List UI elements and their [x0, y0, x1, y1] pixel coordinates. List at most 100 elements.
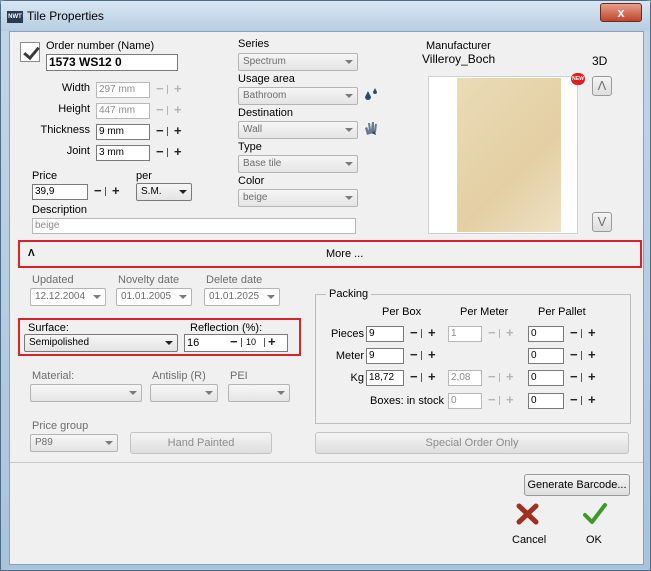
meter-per-pallet-stepper[interactable]: − +: [568, 348, 602, 364]
type-select[interactable]: Base tile: [238, 155, 358, 173]
chevron-down-icon: [345, 128, 353, 132]
boxes-in-stock-stepper[interactable]: − +: [486, 393, 520, 409]
window-title: Tile Properties: [27, 9, 104, 23]
pei-label: PEI: [230, 370, 248, 382]
tile-preview: NEW: [428, 73, 585, 234]
pieces-per-box-stepper[interactable]: − +: [408, 326, 442, 342]
water-drops-icon[interactable]: [362, 87, 380, 103]
delete-date-label: Delete date: [206, 274, 263, 286]
boxes-per-pallet-stepper[interactable]: − +: [568, 393, 602, 409]
new-badge-icon: NEW: [571, 73, 585, 85]
3d-view-toggle[interactable]: 3D: [592, 54, 607, 68]
novelty-date-picker[interactable]: 01.01.2005: [116, 288, 192, 306]
meter-label: Meter: [335, 350, 364, 362]
pieces-per-meter-stepper[interactable]: − +: [486, 326, 520, 342]
material-select[interactable]: [30, 384, 142, 402]
surface-select[interactable]: Semipolished: [24, 334, 178, 352]
antislip-select[interactable]: [150, 384, 218, 402]
price-group-value: P89: [35, 437, 53, 448]
meter-per-pallet-field[interactable]: 0: [528, 348, 564, 364]
usage-area-select[interactable]: Bathroom: [238, 87, 358, 105]
destination-select[interactable]: Wall: [238, 121, 358, 139]
ok-label: OK: [586, 534, 602, 546]
pei-select[interactable]: [228, 384, 290, 402]
color-value: beige: [243, 192, 268, 203]
height-stepper[interactable]: − +: [154, 103, 188, 119]
meter-per-box-field[interactable]: 9: [366, 348, 404, 364]
width-stepper[interactable]: − +: [154, 82, 188, 98]
kg-per-pallet-field[interactable]: 0: [528, 370, 564, 386]
surface-value: Semipolished: [29, 337, 90, 348]
width-field[interactable]: 297 mm: [96, 82, 150, 98]
chevron-down-icon: [345, 196, 353, 200]
chevron-down-icon: [345, 94, 353, 98]
type-label: Type: [238, 141, 262, 153]
kg-per-meter-field[interactable]: 2,08: [448, 370, 482, 386]
checkmark-icon: [583, 503, 607, 524]
per-unit-select[interactable]: S.M.: [136, 183, 192, 201]
hand-icon[interactable]: [362, 119, 380, 137]
pieces-per-pallet-field[interactable]: 0: [528, 326, 564, 342]
more-label: More ...: [326, 248, 364, 260]
chevron-down-icon: [205, 391, 213, 395]
scroll-up-button[interactable]: Λ: [592, 76, 612, 96]
usage-area-label: Usage area: [238, 73, 295, 85]
height-label: Height: [58, 103, 90, 115]
more-bar[interactable]: Λ More ...: [18, 240, 642, 268]
cancel-button[interactable]: Cancel: [506, 502, 550, 552]
joint-stepper[interactable]: − +: [154, 145, 188, 161]
boxes-in-stock-field[interactable]: 0: [448, 393, 482, 409]
kg-per-box-stepper[interactable]: − +: [408, 370, 442, 386]
description-field[interactable]: beige: [32, 218, 356, 234]
chevron-down-icon: [179, 190, 187, 194]
pieces-per-meter-field[interactable]: 1: [448, 326, 482, 342]
generate-barcode-button[interactable]: Generate Barcode...: [524, 474, 630, 496]
price-field[interactable]: 39,9: [32, 184, 88, 200]
price-group-label: Price group: [32, 420, 89, 432]
reflection-stepper[interactable]: −10 +: [228, 335, 288, 351]
series-select[interactable]: Spectrum: [238, 53, 358, 71]
close-button[interactable]: x: [600, 3, 642, 22]
hand-painted-button[interactable]: Hand Painted: [130, 432, 272, 454]
thickness-field[interactable]: 9 mm: [96, 124, 150, 140]
kg-per-pallet-stepper[interactable]: − +: [568, 370, 602, 386]
order-checkbox[interactable]: [20, 42, 40, 62]
per-box-header: Per Box: [382, 306, 422, 318]
manufacturer-label: Manufacturer: [426, 40, 491, 52]
per-label: per: [136, 170, 152, 182]
antislip-label: Antislip (R): [152, 370, 206, 382]
joint-label: Joint: [66, 145, 90, 157]
chevron-down-icon: [345, 60, 353, 64]
collapse-arrow-icon[interactable]: Λ: [28, 248, 35, 259]
price-group-select[interactable]: P89: [30, 434, 118, 452]
meter-per-box-stepper[interactable]: − +: [408, 348, 442, 364]
surface-label: Surface:: [28, 322, 69, 334]
reflection-step-value: 10: [246, 337, 257, 347]
updated-date-picker[interactable]: 12.12.2004: [30, 288, 106, 306]
boxes-in-stock-label: Boxes: in stock: [370, 395, 444, 407]
width-label: Width: [61, 82, 90, 94]
kg-per-box-field[interactable]: 18,72: [366, 370, 404, 386]
pieces-per-pallet-stepper[interactable]: − +: [568, 326, 602, 342]
scroll-down-button[interactable]: V: [592, 212, 612, 232]
tile-image: [457, 78, 561, 232]
order-number-field[interactable]: 1573 WS12 0: [46, 54, 178, 71]
dialog-body: Order number (Name) 1573 WS12 0 Width 29…: [9, 31, 644, 565]
chevron-down-icon: [105, 441, 113, 445]
kg-per-meter-stepper[interactable]: − +: [486, 370, 520, 386]
pieces-per-box-field[interactable]: 9: [366, 326, 404, 342]
thickness-stepper[interactable]: − +: [154, 124, 188, 140]
type-value: Base tile: [243, 158, 282, 169]
color-select[interactable]: beige: [238, 189, 358, 207]
delete-date-picker[interactable]: 01.01.2025: [204, 288, 280, 306]
boxes-per-pallet-field[interactable]: 0: [528, 393, 564, 409]
ok-button[interactable]: OK: [576, 502, 616, 552]
joint-field[interactable]: 3 mm: [96, 145, 150, 161]
destination-label: Destination: [238, 107, 294, 119]
special-order-only-button[interactable]: Special Order Only: [315, 432, 629, 454]
updated-date-value: 12.12.2004: [35, 291, 86, 302]
per-pallet-header: Per Pallet: [538, 306, 586, 318]
price-stepper[interactable]: − +: [92, 184, 126, 200]
title-bar: NWT Tile Properties x: [1, 1, 650, 31]
height-field[interactable]: 447 mm: [96, 103, 150, 119]
